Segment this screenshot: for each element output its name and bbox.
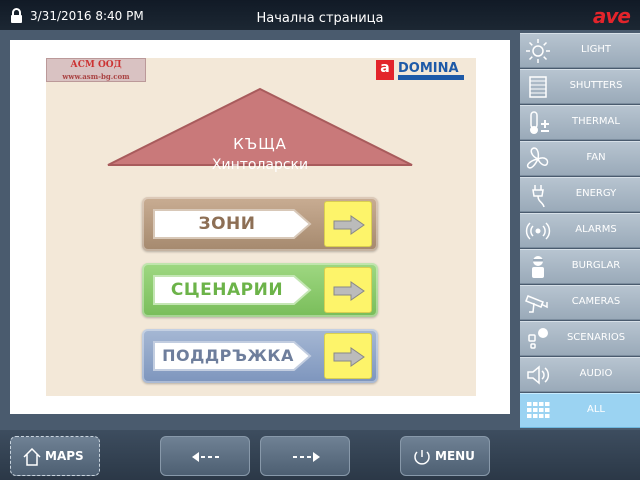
- plug-icon: [532, 185, 545, 208]
- sidebar-item-alarms[interactable]: ALARMS: [520, 213, 640, 248]
- asm-logo-url: www.asm-bg.com: [62, 72, 130, 81]
- main-panel: АСМ ООД www.asm-bg.com a DOMINA КЪЩА Хин…: [10, 40, 510, 414]
- sidebar-item-label: ALARMS: [575, 224, 617, 235]
- sidebar-item-energy[interactable]: ENERGY: [520, 177, 640, 212]
- maps-button[interactable]: MAPS: [10, 436, 100, 476]
- back-arrow-icon: [192, 452, 219, 462]
- zones-arrow-button[interactable]: [324, 201, 372, 247]
- maintenance-tag: ПОДДРЪЖКА: [152, 339, 312, 373]
- grid-icon: [527, 402, 550, 418]
- menu-label: MENU: [435, 449, 475, 463]
- sun-icon: [526, 39, 550, 63]
- sidebar-item-label: ENERGY: [575, 188, 617, 199]
- menu-button[interactable]: MENU: [400, 436, 490, 476]
- ave-logo: ave: [592, 4, 631, 28]
- speaker-icon: [527, 365, 550, 385]
- domina-logo-a: a: [376, 60, 394, 80]
- domina-logo-word: DOMINA: [398, 61, 459, 76]
- sidebar-item-cameras[interactable]: CAMERAS: [520, 285, 640, 320]
- bottom-bar: MAPS MENU: [0, 430, 640, 480]
- house-title: КЪЩА: [233, 135, 287, 153]
- sidebar-item-label: AUDIO: [579, 368, 613, 379]
- roof-shape: [107, 87, 413, 166]
- scenarios-arrow-button[interactable]: [324, 267, 372, 313]
- sidebar-item-label: SHUTTERS: [569, 80, 623, 91]
- sidebar-item-shutters[interactable]: SHUTTERS: [520, 69, 640, 104]
- alarm-waves-icon: [525, 222, 551, 240]
- asm-logo-name: АСМ ООД: [70, 60, 122, 70]
- home-icon: [23, 448, 41, 466]
- domina-logo-strip: [398, 75, 464, 80]
- back-button[interactable]: [160, 436, 250, 476]
- sidebar-item-label: FAN: [586, 152, 606, 163]
- sidebar-item-label: SCENARIOS: [566, 332, 626, 343]
- camera-icon: [525, 295, 548, 313]
- home-screen-image: АСМ ООД www.asm-bg.com a DOMINA КЪЩА Хин…: [46, 58, 476, 396]
- zones-label: ЗОНИ: [198, 214, 256, 234]
- thermometer-icon: [530, 111, 549, 134]
- sidebar-item-fan[interactable]: FAN: [520, 141, 640, 176]
- page-title: Начална страница: [256, 11, 384, 26]
- sidebar-item-light[interactable]: LIGHT: [520, 33, 640, 68]
- maps-label: MAPS: [45, 449, 84, 463]
- scenarios-button[interactable]: СЦЕНАРИИ: [142, 263, 378, 317]
- right-arrow-icon: [333, 281, 365, 301]
- sidebar-item-all[interactable]: ALL: [520, 393, 640, 428]
- forward-arrow-icon: [293, 452, 320, 462]
- sidebar-item-audio[interactable]: AUDIO: [520, 357, 640, 392]
- zones-button[interactable]: ЗОНИ: [142, 197, 378, 251]
- scenarios-label: СЦЕНАРИИ: [170, 280, 284, 300]
- right-arrow-icon: [333, 347, 365, 367]
- domina-logo: a DOMINA: [376, 58, 476, 82]
- sidebar-item-burglar[interactable]: BURGLAR: [520, 249, 640, 284]
- scenarios-icon: [528, 328, 548, 349]
- maintenance-arrow-button[interactable]: [324, 333, 372, 379]
- house-subtitle: Хинтоларски: [211, 157, 309, 173]
- maintenance-label: ПОДДРЪЖКА: [162, 346, 294, 365]
- sidebar-item-scenarios[interactable]: SCENARIOS: [520, 321, 640, 356]
- scenarios-tag: СЦЕНАРИИ: [152, 273, 312, 307]
- sidebar-item-label: BURGLAR: [571, 260, 621, 271]
- fan-icon: [526, 147, 549, 169]
- sidebar-item-label: ALL: [587, 404, 605, 415]
- asm-logo: АСМ ООД www.asm-bg.com: [46, 58, 146, 82]
- house-roof: КЪЩА Хинтоларски: [106, 87, 414, 173]
- sidebar-item-label: CAMERAS: [571, 296, 621, 307]
- shutters-icon: [529, 76, 547, 98]
- forward-button[interactable]: [260, 436, 350, 476]
- category-sidebar: LIGHT SHUTTERS THERMAL FAN ENERGY ALARMS…: [520, 33, 640, 429]
- menu-icon: [414, 450, 430, 465]
- sidebar-item-label: THERMAL: [572, 116, 620, 127]
- sidebar-item-label: LIGHT: [581, 44, 611, 55]
- zones-tag: ЗОНИ: [152, 207, 312, 241]
- burglar-icon: [532, 256, 544, 278]
- sidebar-item-thermal[interactable]: THERMAL: [520, 105, 640, 140]
- top-bar: 3/31/2016 8:40 PM Начална страница ave: [0, 0, 640, 30]
- maintenance-button[interactable]: ПОДДРЪЖКА: [142, 329, 378, 383]
- right-arrow-icon: [333, 215, 365, 235]
